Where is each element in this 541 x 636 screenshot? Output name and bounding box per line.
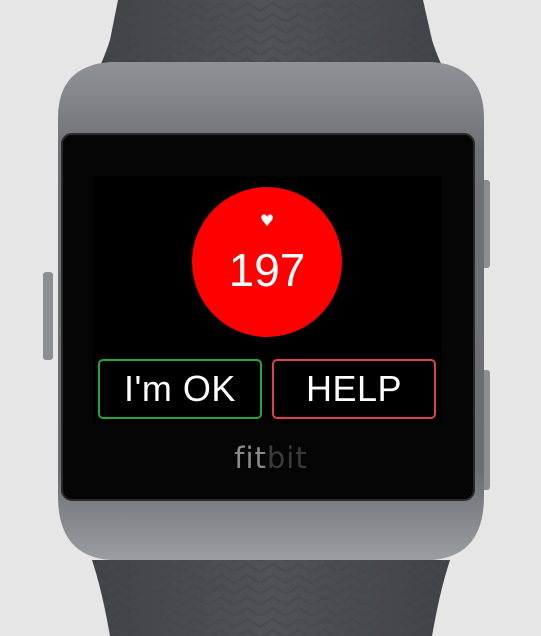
im-ok-button[interactable]: I'm OK [98,359,262,419]
im-ok-label: I'm OK [124,368,236,409]
display-screen: ♥ 197 I'm OK HELP [93,176,442,424]
help-button[interactable]: HELP [272,359,436,419]
fitbit-logo: fitbit [216,440,326,476]
heart-icon: ♥ [259,211,275,230]
brand-part-fit: fit [234,441,267,475]
heart-rate-circle: ♥ 197 [192,187,342,337]
left-side-button [43,272,53,360]
heart-rate-value: 197 [228,244,306,296]
brand-part-bit: bit [266,441,308,475]
help-label: HELP [305,368,403,409]
watch-stage: ♥ 197 I'm OK HELP fitbit [0,0,541,636]
